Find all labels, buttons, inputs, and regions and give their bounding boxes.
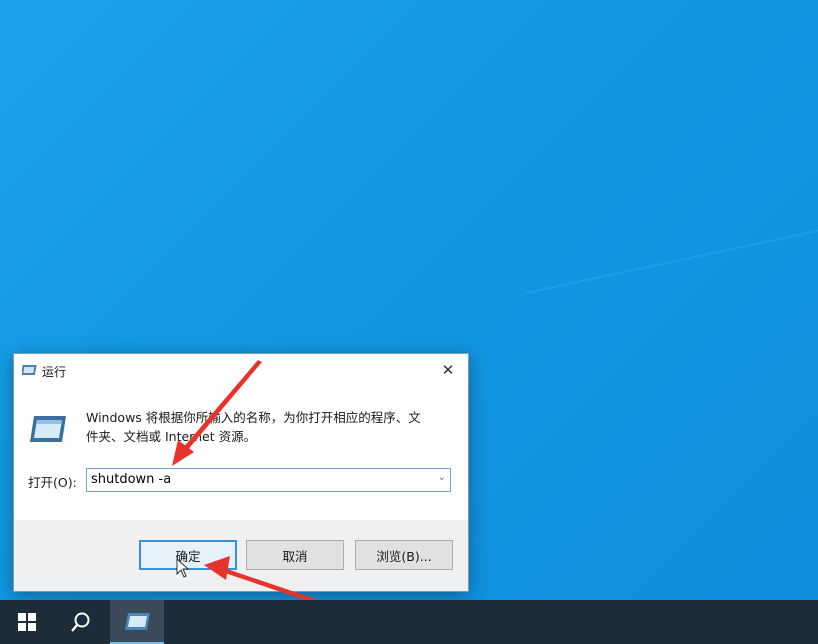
chevron-down-icon[interactable]: ⌄	[438, 472, 446, 483]
run-icon	[30, 416, 66, 442]
browse-button[interactable]: 浏览(B)...	[355, 540, 453, 570]
dialog-title: 运行	[42, 365, 67, 379]
windows-logo-icon	[18, 613, 36, 631]
open-input-value[interactable]: shutdown -a	[91, 472, 171, 487]
taskbar-run-app[interactable]	[110, 600, 164, 644]
search-icon	[71, 612, 90, 632]
mouse-cursor-icon	[176, 558, 190, 578]
cancel-button[interactable]: 取消	[246, 540, 344, 570]
close-button[interactable]: ✕	[428, 354, 468, 386]
start-button[interactable]	[0, 600, 54, 644]
wallpaper-light	[525, 188, 818, 294]
search-button[interactable]	[54, 600, 108, 644]
description-line: Windows 将根据你所输入的名称，为你打开相应的程序、文	[86, 410, 421, 425]
taskbar	[0, 600, 818, 644]
close-icon: ✕	[441, 361, 455, 379]
run-dialog: 运行 ✕ Windows 将根据你所输入的名称，为你打开相应的程序、文 件夹、文…	[13, 353, 469, 592]
dialog-description: Windows 将根据你所输入的名称，为你打开相应的程序、文 件夹、文档或 In…	[86, 408, 456, 446]
description-line: 件夹、文档或 Internet 资源。	[86, 429, 257, 444]
run-icon	[125, 613, 150, 630]
open-combobox[interactable]: shutdown -a ⌄	[86, 468, 451, 492]
run-icon	[22, 365, 37, 375]
title-bar[interactable]: 运行 ✕	[14, 354, 468, 386]
button-bar: 确定 取消 浏览(B)...	[14, 520, 468, 591]
open-label: 打开(O):	[28, 475, 77, 490]
